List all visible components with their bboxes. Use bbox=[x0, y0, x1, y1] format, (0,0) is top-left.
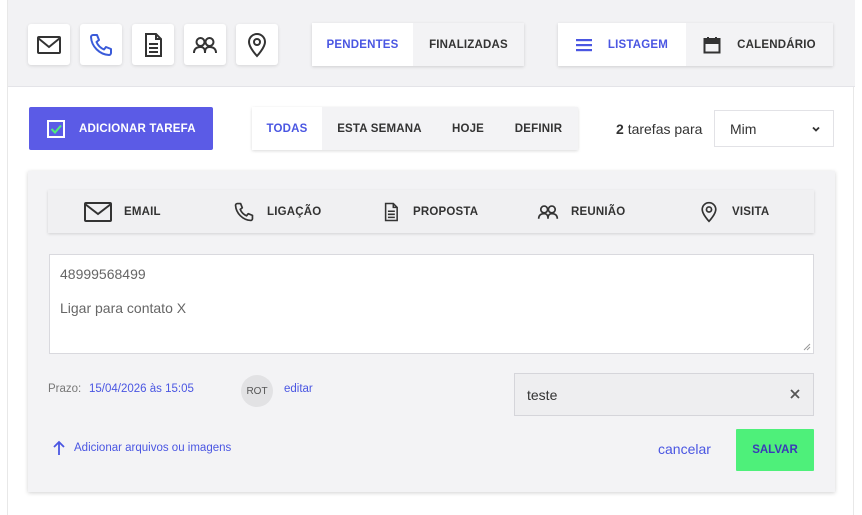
type-email-label: EMAIL bbox=[124, 205, 161, 218]
period-filter: TODAS ESTA SEMANA HOJE DEFINIR bbox=[252, 107, 578, 150]
tab-list-label: LISTAGEM bbox=[607, 38, 669, 51]
upload-label: Adicionar arquivos ou imagens bbox=[74, 442, 232, 454]
type-proposal-label: PROPOSTA bbox=[413, 205, 479, 218]
chevron-down-icon bbox=[812, 126, 820, 132]
avatar: ROT bbox=[241, 375, 273, 407]
type-email[interactable]: EMAIL bbox=[84, 190, 161, 233]
mail-icon bbox=[37, 35, 61, 54]
tag-value: teste bbox=[527, 386, 558, 403]
add-task-label: ADICIONAR TAREFA bbox=[79, 122, 196, 135]
task-count-text: tarefas para bbox=[627, 121, 703, 137]
location-pin-icon bbox=[701, 201, 717, 223]
type-proposal[interactable]: PROPOSTA bbox=[381, 190, 478, 233]
task-form-card: EMAIL LIGAÇÃO PROPOSTA REUNIÃO VISITA 48… bbox=[28, 171, 835, 492]
deadline-value[interactable]: 15/04/2026 às 15:05 bbox=[89, 383, 194, 395]
cancel-button[interactable]: cancelar bbox=[658, 441, 711, 457]
type-visit-label: VISITA bbox=[732, 205, 770, 218]
people-icon bbox=[537, 204, 559, 219]
type-visit[interactable]: VISITA bbox=[698, 190, 769, 233]
location-pin-icon bbox=[247, 32, 267, 57]
list-icon bbox=[575, 38, 592, 51]
filter-define[interactable]: DEFINIR bbox=[499, 107, 578, 150]
filter-all[interactable]: TODAS bbox=[252, 107, 322, 150]
location-filter-button[interactable] bbox=[236, 24, 278, 65]
arrow-up-icon bbox=[53, 440, 65, 455]
phone-filter-button[interactable] bbox=[80, 24, 122, 65]
description-line-2: Ligar para contato X bbox=[60, 300, 187, 316]
mail-filter-button[interactable] bbox=[28, 24, 70, 65]
view-tabs: LISTAGEM CALENDÁRIO bbox=[558, 23, 833, 66]
document-icon bbox=[145, 32, 162, 57]
save-button[interactable]: SALVAR bbox=[736, 429, 814, 471]
tag-input[interactable]: teste bbox=[514, 373, 814, 416]
people-icon bbox=[193, 36, 217, 53]
tab-calendar[interactable]: CALENDÁRIO bbox=[686, 23, 833, 66]
tab-pending[interactable]: PENDENTES bbox=[312, 23, 413, 66]
filter-this-week[interactable]: ESTA SEMANA bbox=[322, 107, 437, 150]
document-icon bbox=[384, 202, 398, 221]
phone-icon bbox=[234, 202, 254, 221]
mail-icon bbox=[84, 201, 112, 222]
task-panel: PENDENTES FINALIZADAS LISTAGEM CALENDÁRI… bbox=[7, 0, 855, 515]
task-count: 2 tarefas para bbox=[616, 121, 702, 137]
assignee-select[interactable]: Mim bbox=[714, 110, 834, 147]
type-call-label: LIGAÇÃO bbox=[267, 205, 322, 218]
upload-link[interactable]: Adicionar arquivos ou imagens bbox=[52, 440, 231, 456]
assignee-value: Mim bbox=[730, 120, 757, 137]
task-type-selector: EMAIL LIGAÇÃO PROPOSTA REUNIÃO VISITA bbox=[48, 190, 814, 233]
filter-today[interactable]: HOJE bbox=[437, 107, 499, 150]
task-description-textarea[interactable]: 48999568499 Ligar para contato X bbox=[49, 254, 814, 354]
calendar-icon bbox=[703, 36, 721, 53]
close-icon[interactable] bbox=[789, 388, 801, 400]
document-filter-button[interactable] bbox=[132, 24, 174, 65]
checkbox-icon bbox=[47, 119, 65, 138]
type-meeting-label: REUNIÃO bbox=[571, 205, 626, 218]
people-filter-button[interactable] bbox=[184, 24, 226, 65]
edit-link[interactable]: editar bbox=[284, 383, 313, 395]
deadline-label: Prazo: bbox=[48, 383, 82, 395]
add-task-button[interactable]: ADICIONAR TAREFA bbox=[29, 107, 213, 150]
resize-handle-icon[interactable] bbox=[803, 343, 811, 351]
top-toolbar: PENDENTES FINALIZADAS LISTAGEM CALENDÁRI… bbox=[8, 0, 855, 87]
status-tabs: PENDENTES FINALIZADAS bbox=[312, 23, 524, 66]
description-line-1: 48999568499 bbox=[60, 266, 146, 282]
type-meeting[interactable]: REUNIÃO bbox=[537, 190, 625, 233]
tab-calendar-label: CALENDÁRIO bbox=[737, 38, 816, 51]
phone-icon bbox=[90, 33, 112, 56]
task-count-number: 2 bbox=[616, 121, 624, 137]
tab-list[interactable]: LISTAGEM bbox=[558, 23, 686, 66]
type-call[interactable]: LIGAÇÃO bbox=[233, 190, 321, 233]
tab-done[interactable]: FINALIZADAS bbox=[413, 23, 524, 66]
